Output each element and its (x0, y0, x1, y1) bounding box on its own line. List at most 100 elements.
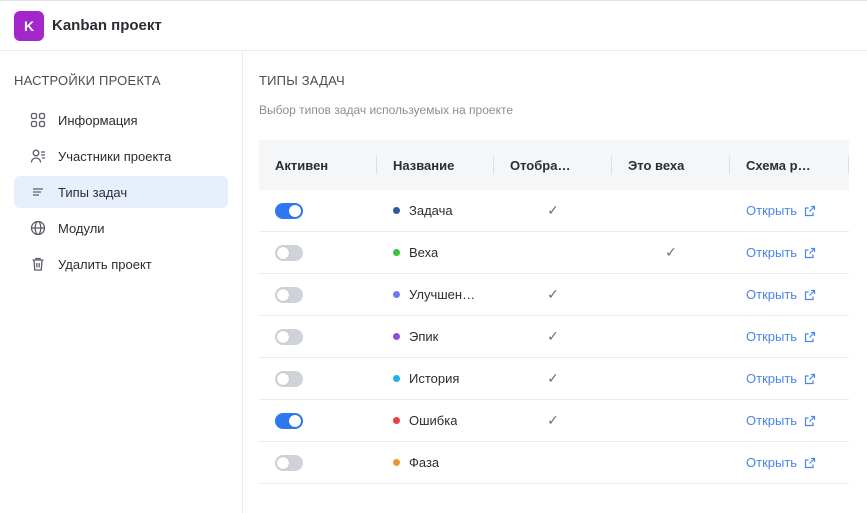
shown-cell: ✓ (494, 190, 612, 231)
milestone-cell (612, 274, 730, 315)
type-color-dot (393, 333, 400, 340)
external-link-icon (804, 331, 816, 343)
check-icon: ✓ (547, 328, 559, 344)
shown-cell (494, 442, 612, 483)
external-link-icon (804, 415, 816, 427)
active-toggle[interactable] (275, 412, 303, 429)
toggle-knob (277, 246, 289, 259)
toggle-knob (277, 330, 289, 343)
name-cell: Улучшен… (377, 274, 494, 315)
open-link-label: Открыть (746, 287, 798, 302)
open-link-label: Открыть (746, 455, 798, 470)
sidebar-item-members[interactable]: Участники проекта (14, 140, 228, 172)
top-bar: K Kanban проект (0, 0, 867, 51)
column-label: Название (393, 157, 455, 173)
check-icon: ✓ (547, 286, 559, 302)
type-name: История (409, 371, 460, 386)
active-cell (259, 358, 377, 399)
workflow-cell: Открыть (730, 190, 849, 231)
shown-cell: ✓ (494, 316, 612, 357)
toggle-knob (289, 414, 301, 427)
table-row: Задача ✓ Открыть (259, 190, 849, 232)
type-color-dot (393, 417, 400, 424)
shown-cell: ✓ (494, 400, 612, 441)
active-cell (259, 190, 377, 231)
table-body: Задача ✓ Открыть Веха ✓ Открыть Улучшен…… (259, 190, 849, 484)
open-link-label: Открыть (746, 413, 798, 428)
check-icon: ✓ (547, 370, 559, 386)
open-workflow-link[interactable]: Открыть (746, 413, 816, 428)
type-name: Задача (409, 203, 453, 218)
open-workflow-link[interactable]: Открыть (746, 203, 816, 218)
external-link-icon (804, 457, 816, 469)
active-cell (259, 274, 377, 315)
workflow-cell: Открыть (730, 274, 849, 315)
sidebar-item-modules[interactable]: Модули (14, 212, 228, 244)
workflow-cell: Открыть (730, 316, 849, 357)
open-link-label: Открыть (746, 245, 798, 260)
column-label: Отобра… (510, 157, 571, 173)
workflow-cell: Открыть (730, 358, 849, 399)
open-link-label: Открыть (746, 371, 798, 386)
type-color-dot (393, 249, 400, 256)
type-color-dot (393, 459, 400, 466)
column-header-shown[interactable]: Отобра… (494, 140, 612, 190)
toggle-knob (277, 288, 289, 301)
sidebar-item-task-types[interactable]: Типы задач (14, 176, 228, 208)
column-header-active[interactable]: Активен (259, 140, 377, 190)
table-row: Веха ✓ Открыть (259, 232, 849, 274)
globe-icon (30, 220, 46, 236)
check-icon: ✓ (547, 412, 559, 428)
table-header: Активен Название Отобра… Это веха Схема … (259, 140, 849, 190)
external-link-icon (804, 289, 816, 301)
workflow-cell: Открыть (730, 442, 849, 483)
active-toggle[interactable] (275, 370, 303, 387)
sidebar-item-info[interactable]: Информация (14, 104, 228, 136)
users-icon (30, 148, 46, 164)
project-title: Kanban проект (52, 17, 162, 34)
table-row: История ✓ Открыть (259, 358, 849, 400)
sidebar-item-delete-project[interactable]: Удалить проект (14, 248, 228, 280)
type-color-dot (393, 375, 400, 382)
type-name: Фаза (409, 455, 440, 470)
type-color-dot (393, 207, 400, 214)
main-content: ТИПЫ ЗАДАЧ Выбор типов задач используемы… (259, 52, 849, 484)
name-cell: Веха (377, 232, 494, 273)
list-icon (30, 184, 46, 200)
project-logo[interactable]: K (14, 10, 44, 41)
active-toggle[interactable] (275, 244, 303, 261)
toggle-knob (289, 204, 301, 217)
name-cell: Задача (377, 190, 494, 231)
active-toggle[interactable] (275, 202, 303, 219)
open-workflow-link[interactable]: Открыть (746, 329, 816, 344)
check-icon: ✓ (665, 244, 677, 260)
active-toggle[interactable] (275, 286, 303, 303)
active-toggle[interactable] (275, 454, 303, 471)
milestone-cell (612, 316, 730, 357)
task-types-table: Активен Название Отобра… Это веха Схема … (259, 140, 849, 484)
toggle-knob (277, 372, 289, 385)
column-divider[interactable] (848, 156, 849, 174)
sidebar-item-label: Участники проекта (58, 148, 172, 164)
open-workflow-link[interactable]: Открыть (746, 455, 816, 470)
column-header-milestone[interactable]: Это веха (612, 140, 730, 190)
active-toggle[interactable] (275, 328, 303, 345)
active-cell (259, 232, 377, 273)
grid-icon (30, 112, 46, 128)
check-icon: ✓ (547, 202, 559, 218)
milestone-cell (612, 190, 730, 231)
sidebar-item-label: Информация (58, 112, 138, 128)
open-workflow-link[interactable]: Открыть (746, 245, 816, 260)
logo-letter: K (23, 17, 35, 34)
table-row: Улучшен… ✓ Открыть (259, 274, 849, 316)
type-name: Эпик (409, 329, 439, 344)
trash-icon (30, 256, 46, 272)
open-workflow-link[interactable]: Открыть (746, 287, 816, 302)
column-header-name[interactable]: Название (377, 140, 494, 190)
active-cell (259, 316, 377, 357)
workflow-cell: Открыть (730, 400, 849, 441)
workflow-cell: Открыть (730, 232, 849, 273)
type-name: Улучшен… (409, 287, 476, 302)
open-workflow-link[interactable]: Открыть (746, 371, 816, 386)
column-header-workflow[interactable]: Схема р… (730, 140, 849, 190)
